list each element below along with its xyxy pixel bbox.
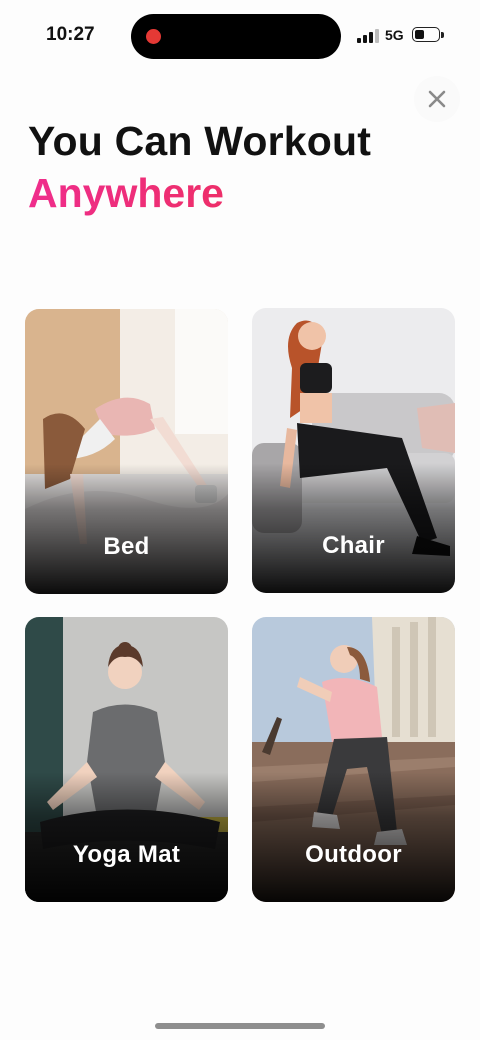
battery-icon bbox=[412, 27, 440, 42]
title-line-2: Anywhere bbox=[28, 170, 371, 216]
screen: 10:27 5G You Can Workout Anywhere Bed Ch… bbox=[0, 0, 480, 1040]
card-shade bbox=[25, 464, 228, 594]
title-line-1: You Can Workout bbox=[28, 118, 372, 164]
card-shade bbox=[252, 772, 455, 902]
dynamic-island bbox=[131, 14, 341, 59]
location-label: Yoga Mat bbox=[72, 841, 181, 868]
card-shade bbox=[25, 772, 228, 902]
location-card-outdoor[interactable]: Outdoor bbox=[252, 617, 455, 902]
card-shade bbox=[252, 463, 455, 593]
signal-icon bbox=[357, 27, 379, 43]
recording-dot-icon bbox=[146, 29, 161, 44]
page-title: You Can Workout Anywhere bbox=[28, 118, 371, 216]
close-icon bbox=[428, 90, 446, 108]
location-label: Bed bbox=[103, 533, 150, 560]
location-card-bed[interactable]: Bed bbox=[25, 309, 228, 594]
status-bar: 10:27 5G bbox=[0, 0, 480, 72]
close-button[interactable] bbox=[414, 76, 460, 122]
status-time: 10:27 bbox=[46, 24, 95, 45]
location-label: Outdoor bbox=[305, 841, 402, 868]
home-indicator[interactable] bbox=[155, 1023, 325, 1029]
location-card-yoga-mat[interactable]: Yoga Mat bbox=[25, 617, 228, 902]
location-card-chair[interactable]: Chair bbox=[252, 308, 455, 593]
network-type: 5G bbox=[385, 27, 404, 43]
battery-cap bbox=[441, 32, 444, 38]
location-label: Chair bbox=[322, 532, 385, 559]
